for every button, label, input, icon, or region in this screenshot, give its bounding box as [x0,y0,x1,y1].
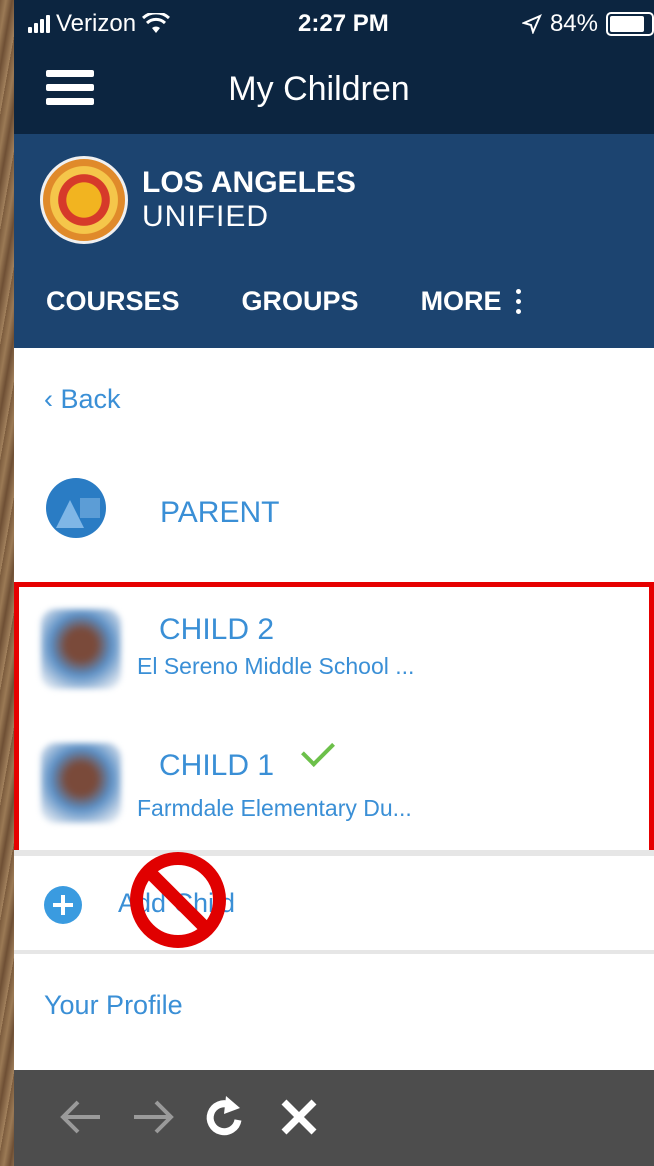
refresh-icon[interactable] [200,1092,250,1142]
arrow-right-icon[interactable] [128,1092,178,1142]
tab-groups[interactable]: GROUPS [242,286,359,317]
district-name-line1: LOS ANGELES [142,166,356,199]
child-school: Farmdale Elementary Du... [137,795,412,821]
child-avatar [41,609,121,689]
title-bar: My Children [14,50,654,134]
child-row-child-2[interactable]: CHILD 2 El Sereno Middle School ... [19,587,649,717]
arrow-left-icon[interactable] [56,1092,106,1142]
child-name: CHILD 1 [159,749,275,782]
plus-circle-icon [44,886,82,924]
divider [14,850,654,856]
carrier-label: Verizon [56,10,137,37]
kebab-icon [515,289,521,314]
back-label: Back [60,384,121,414]
status-bar: Verizon 2:27 PM 84% [14,0,654,50]
district-name-line2: UNIFIED [142,200,269,233]
child-name: CHILD 2 [159,613,275,646]
battery-percent: 84% [549,10,598,37]
children-list-highlight: CHILD 2 El Sereno Middle School ... CHIL… [14,582,654,856]
battery-icon [606,12,654,36]
district-nav-tabs: COURSES GROUPS MORE [46,286,521,317]
add-child-button[interactable]: Add Child [14,860,654,950]
clock: 2:27 PM [298,10,389,37]
browser-toolbar [14,1070,654,1166]
phone-screen: Verizon 2:27 PM 84% My Children LOS ANGE… [14,0,654,1166]
tab-more[interactable]: MORE [421,286,521,317]
parent-avatar [46,478,106,538]
status-left: Verizon [28,10,171,38]
back-button[interactable]: ‹ Back [44,384,121,415]
location-icon [521,14,542,34]
page-title: My Children [228,70,410,108]
signal-icon [28,15,50,33]
your-profile-link[interactable]: Your Profile [44,990,183,1021]
divider [14,950,654,954]
district-header: LOS ANGELES UNIFIED COURSES GROUPS MORE [14,134,654,348]
parent-label: PARENT [160,496,280,529]
tab-more-label: MORE [420,286,502,316]
status-right: 84% [521,10,654,38]
checkmark-icon [301,733,335,767]
child-row-child-1[interactable]: CHILD 1 Farmdale Elementary Du... [19,723,649,853]
tab-courses[interactable]: COURSES [46,286,180,317]
chevron-left-icon: ‹ [44,384,53,414]
close-icon[interactable] [274,1092,324,1142]
child-school: El Sereno Middle School ... [137,653,415,679]
parent-row[interactable]: PARENT [14,470,654,560]
prohibited-icon [130,852,226,948]
wifi-icon [142,13,171,33]
child-avatar [41,743,121,823]
district-seal-logo [40,156,128,244]
